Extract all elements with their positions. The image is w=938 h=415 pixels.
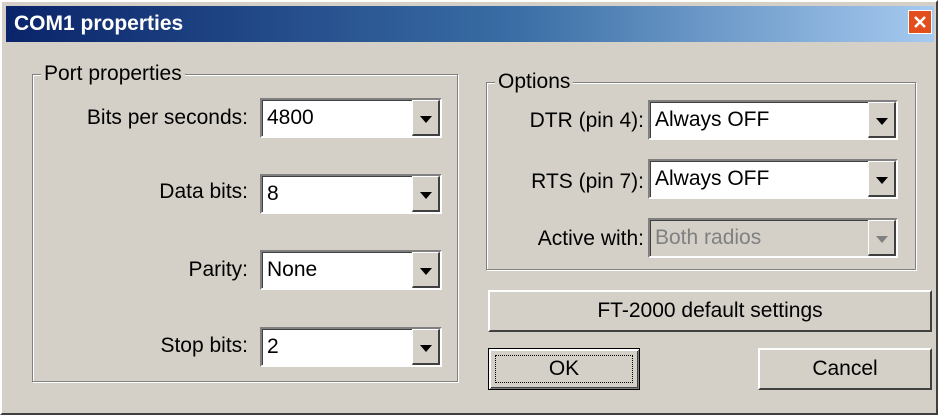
ft2000-defaults-button[interactable]: FT-2000 default settings bbox=[488, 290, 932, 332]
bits-per-second-select[interactable]: 4800 bbox=[260, 98, 442, 138]
close-icon bbox=[913, 15, 927, 29]
data-bits-value: 8 bbox=[267, 182, 279, 205]
parity-label: Parity: bbox=[188, 258, 248, 281]
ok-button[interactable]: OK bbox=[488, 348, 640, 390]
chevron-down-icon bbox=[419, 258, 432, 282]
rts-label: RTS (pin 7): bbox=[531, 170, 644, 193]
rts-select[interactable]: Always OFF bbox=[648, 159, 898, 199]
active-with-label: Active with: bbox=[537, 227, 644, 250]
active-with-dropdown-button bbox=[868, 220, 896, 256]
chevron-down-icon bbox=[419, 106, 432, 130]
dtr-value: Always OFF bbox=[655, 108, 770, 131]
window-title: COM1 properties bbox=[14, 12, 184, 35]
stop-bits-dropdown-button[interactable] bbox=[412, 329, 440, 365]
dtr-dropdown-button[interactable] bbox=[868, 102, 896, 138]
dtr-select[interactable]: Always OFF bbox=[648, 100, 898, 140]
rts-dropdown-button[interactable] bbox=[868, 161, 896, 197]
chevron-down-icon bbox=[875, 226, 888, 250]
bits-per-second-value: 4800 bbox=[267, 106, 314, 129]
data-bits-label: Data bits: bbox=[159, 180, 248, 203]
focus-indicator bbox=[495, 355, 633, 383]
bits-per-second-dropdown-button[interactable] bbox=[412, 100, 440, 136]
active-with-select: Both radios bbox=[648, 218, 898, 258]
stop-bits-value: 2 bbox=[267, 335, 279, 358]
chevron-down-icon bbox=[419, 182, 432, 206]
parity-value: None bbox=[267, 258, 318, 281]
bits-per-second-label: Bits per seconds: bbox=[86, 106, 248, 129]
data-bits-select[interactable]: 8 bbox=[260, 174, 442, 214]
close-button[interactable] bbox=[908, 10, 932, 34]
ft2000-defaults-label: FT-2000 default settings bbox=[597, 299, 823, 322]
dialog-window: COM1 properties Port properties Bits per… bbox=[0, 0, 938, 415]
cancel-label: Cancel bbox=[812, 357, 878, 380]
port-properties-legend: Port properties bbox=[41, 62, 185, 86]
dtr-label: DTR (pin 4): bbox=[529, 109, 644, 132]
chevron-down-icon bbox=[875, 167, 888, 191]
parity-dropdown-button[interactable] bbox=[412, 252, 440, 288]
chevron-down-icon bbox=[875, 108, 888, 132]
rts-value: Always OFF bbox=[655, 167, 770, 190]
title-bar[interactable]: COM1 properties bbox=[6, 6, 934, 42]
options-legend: Options bbox=[495, 70, 574, 94]
data-bits-dropdown-button[interactable] bbox=[412, 176, 440, 212]
chevron-down-icon bbox=[419, 335, 432, 359]
parity-select[interactable]: None bbox=[260, 250, 442, 290]
stop-bits-select[interactable]: 2 bbox=[260, 327, 442, 367]
cancel-button[interactable]: Cancel bbox=[758, 348, 932, 390]
stop-bits-label: Stop bits: bbox=[160, 334, 248, 357]
active-with-value: Both radios bbox=[655, 226, 762, 249]
